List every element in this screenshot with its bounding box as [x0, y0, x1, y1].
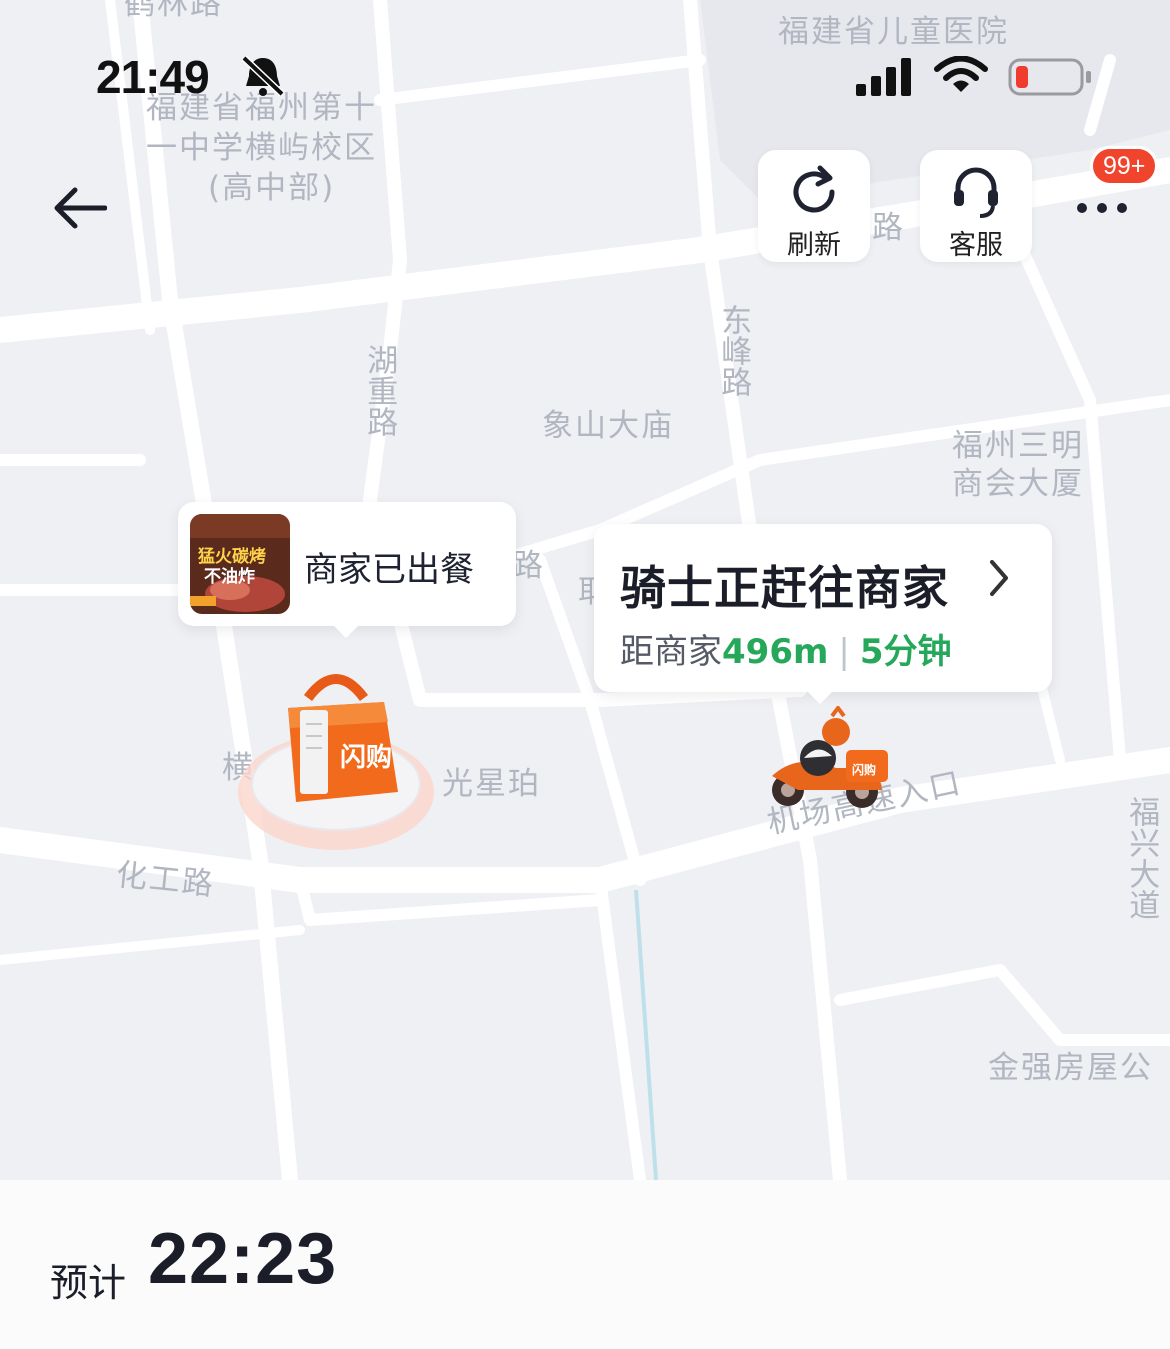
chevron-right-icon — [990, 560, 1008, 596]
rider-status-bubble[interactable]: 骑士正赶往商家 距商家496m | 5分钟 — [594, 524, 1052, 704]
eta-time: 22:23 — [148, 1219, 338, 1299]
arrow-left-icon — [54, 187, 107, 229]
bottom-eta-panel: 预计 22:23 — [0, 1180, 1170, 1349]
bubble-tail — [808, 692, 832, 704]
customer-service-label: 客服 — [949, 230, 1003, 261]
distance-prefix: 距商家 — [620, 632, 722, 672]
merchant-status-bubble[interactable]: 猛火碳烤 不油炸 商家已出餐 — [178, 502, 516, 638]
map-label-road-fragment-mid: 路 — [512, 548, 545, 584]
map-label-road-fragment-top: 路 — [872, 210, 905, 246]
time-value: 5分钟 — [859, 632, 952, 672]
refresh-button[interactable]: 刷新 — [758, 150, 870, 262]
refresh-label: 刷新 — [787, 230, 841, 261]
rider-status-title: 骑士正赶往商家 — [620, 561, 949, 615]
more-options-icon[interactable] — [1072, 182, 1136, 232]
merchant-thumbnail: 猛火碳烤 不油炸 — [190, 514, 290, 614]
customer-service-button[interactable]: 客服 — [920, 150, 1032, 262]
map-label-huli-road: 湖重路 — [361, 344, 398, 437]
back-button[interactable] — [44, 180, 114, 236]
eta-label: 预计 — [50, 1261, 127, 1305]
rider-box-logo: 闪购 — [852, 762, 876, 777]
merchant-bag-marker[interactable]: 闪购 — [236, 662, 446, 862]
cellular-signal-icon — [856, 58, 911, 96]
map-label-helin-road: 鹤林路 — [124, 0, 223, 22]
map-label-sanming-line2: 商会大厦 — [952, 466, 1084, 502]
map-label-school-line2: 一中学横屿校区 — [146, 130, 377, 166]
map-label-jinqiang: 金强房屋公 — [988, 1050, 1153, 1086]
merchant-status-text: 商家已出餐 — [304, 550, 474, 590]
thumbnail-text-line1: 猛火碳烤 — [197, 546, 266, 567]
map-label-childrens-hospital: 福建省儿童医院 — [778, 14, 1009, 50]
bag-logo: 闪购 — [340, 743, 392, 773]
map-label-dongfeng-road: 东峰路 — [715, 304, 752, 397]
headset-icon — [954, 167, 998, 218]
map-label-guangxingpo: 光星珀 — [442, 766, 541, 802]
map-label-sanming-line1: 福州三明 — [952, 428, 1084, 464]
battery-low-icon — [1008, 58, 1091, 96]
notification-badge: 99+ — [1090, 146, 1159, 186]
distance-value: 496m — [722, 632, 829, 672]
rider-distance-info: 距商家496m | 5分钟 — [620, 624, 952, 673]
bubble-tail — [334, 626, 358, 638]
silent-bell-icon — [241, 55, 285, 97]
wifi-icon — [934, 56, 988, 92]
map-label-xiangshan-temple: 象山大庙 — [542, 408, 674, 444]
thumbnail-text-line2: 不油炸 — [204, 566, 255, 587]
map-label-school-line3: (高中部) — [208, 170, 336, 206]
info-separator: | — [838, 632, 850, 672]
map-label-fuxing-avenue: 福兴大道 — [1123, 796, 1160, 920]
rider-marker[interactable]: 闪购 — [758, 706, 898, 816]
status-bar-time: 21:49 — [96, 51, 210, 103]
refresh-icon — [793, 165, 835, 213]
